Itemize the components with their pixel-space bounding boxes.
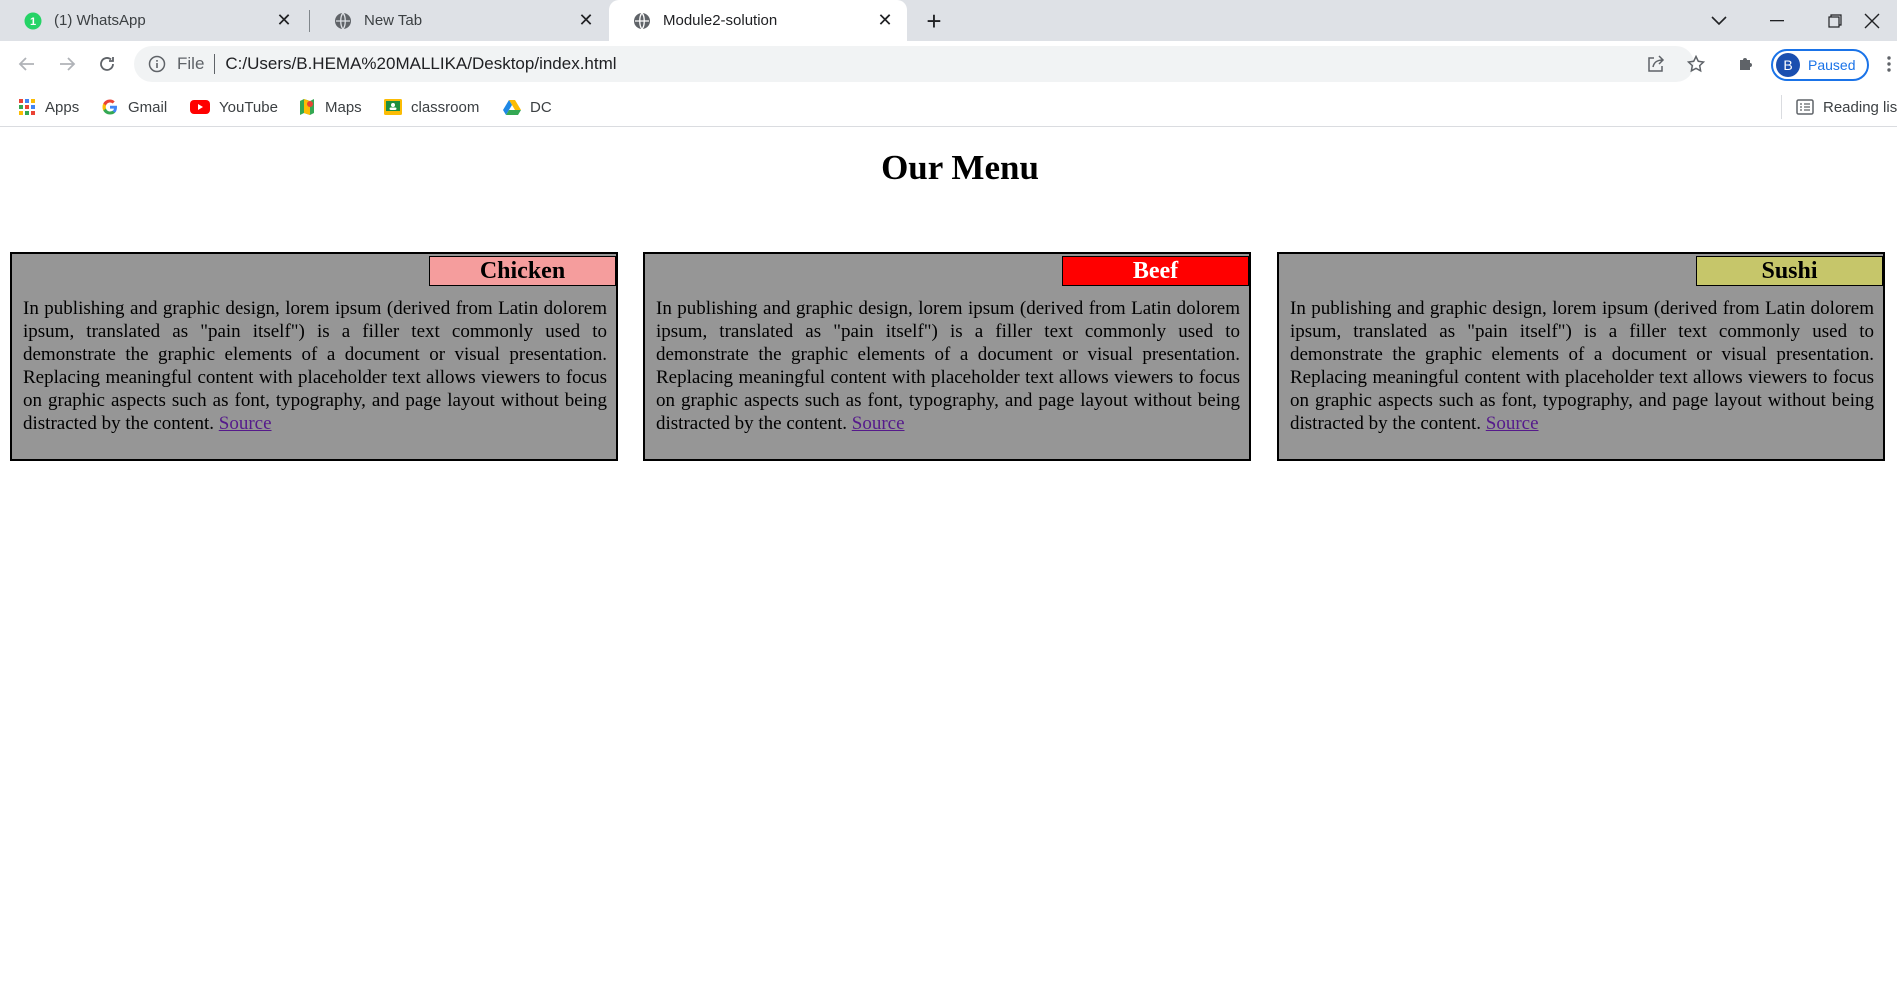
bookmark-youtube[interactable]: YouTube [189, 95, 278, 119]
whatsapp-icon: 1 [24, 12, 42, 30]
arrow-left-icon [18, 57, 34, 71]
tab-title: Module2-solution [663, 12, 778, 29]
close-icon[interactable]: ✕ [274, 10, 294, 31]
forward-button[interactable] [51, 48, 83, 80]
card-description: In publishing and graphic design, lorem … [656, 297, 1240, 435]
bookmark-label: Maps [325, 98, 362, 116]
bookmark-star-button[interactable] [1680, 48, 1712, 80]
reading-list-button[interactable]: Reading lis [1796, 95, 1897, 119]
url-text[interactable]: C:/Users/B.HEMA%20MALLIKA/Desktop/index.… [225, 54, 616, 74]
menu-card-chicken: Chicken In publishing and graphic design… [10, 252, 618, 461]
tab-search-button[interactable] [1690, 0, 1748, 41]
reload-icon [100, 57, 114, 71]
info-icon[interactable] [148, 55, 166, 73]
tab-whatsapp[interactable]: 1 (1) WhatsApp ✕ [0, 0, 306, 41]
close-icon[interactable]: ✕ [576, 10, 596, 31]
share-button[interactable] [1640, 48, 1672, 80]
close-icon[interactable]: ✕ [875, 10, 895, 31]
card-label: Beef [1062, 256, 1249, 286]
youtube-icon [189, 98, 210, 116]
bookmark-label: YouTube [219, 98, 278, 116]
avatar: B [1776, 53, 1800, 77]
card-text: In publishing and graphic design, lorem … [23, 298, 607, 434]
scheme-label: File [177, 54, 205, 73]
classroom-icon [384, 98, 402, 116]
restore-icon [1828, 13, 1842, 28]
profile-status: Paused [1808, 57, 1856, 73]
menu-button[interactable] [1880, 48, 1897, 80]
google-icon [101, 98, 119, 116]
more-vert-icon [1886, 56, 1891, 72]
bookmark-label: Apps [45, 98, 80, 116]
menu-card-sushi: Sushi In publishing and graphic design, … [1277, 252, 1885, 461]
close-icon [1864, 13, 1880, 28]
bookmark-dc[interactable]: DC [503, 95, 552, 119]
card-label: Sushi [1696, 256, 1883, 286]
tab-strip: 1 (1) WhatsApp ✕ New Tab ✕ Module2-solut… [0, 0, 1897, 41]
reload-button[interactable] [91, 48, 123, 80]
puzzle-icon [1740, 58, 1752, 70]
new-tab-button[interactable]: + [916, 6, 952, 36]
minimize-button[interactable] [1748, 0, 1806, 41]
minimize-icon [1770, 19, 1784, 21]
bookmark-label: classroom [411, 98, 480, 116]
profile-button[interactable]: B Paused [1771, 49, 1869, 81]
drive-icon [503, 98, 521, 116]
card-description: In publishing and graphic design, lorem … [23, 297, 607, 435]
bookmark-label: Gmail [128, 98, 168, 116]
chevron-down-icon [1711, 15, 1727, 25]
tab-badge: 1 [30, 16, 36, 28]
tab-title: New Tab [364, 12, 423, 29]
maps-icon [298, 98, 316, 116]
page-title: Our Menu [881, 148, 1039, 187]
apps-grid-icon [18, 98, 36, 116]
restore-button[interactable] [1806, 0, 1864, 41]
card-text: In publishing and graphic design, lorem … [1290, 298, 1874, 434]
card-label: Chicken [429, 256, 616, 286]
card-text: In publishing and graphic design, lorem … [656, 298, 1240, 434]
bookmark-divider [1781, 95, 1782, 119]
source-link[interactable]: Source [852, 413, 905, 434]
bookmark-classroom[interactable]: classroom [384, 95, 479, 119]
source-link[interactable]: Source [219, 413, 272, 434]
globe-icon [334, 12, 352, 30]
bookmark-apps[interactable]: Apps [18, 95, 79, 119]
star-icon [1687, 55, 1705, 73]
back-button[interactable] [11, 48, 43, 80]
share-icon [1648, 55, 1665, 72]
extensions-button[interactable] [1730, 48, 1762, 80]
browser-toolbar: File C:/Users/B.HEMA%20MALLIKA/Desktop/i… [0, 41, 1897, 87]
source-link[interactable]: Source [1486, 413, 1539, 434]
tab-title: (1) WhatsApp [54, 12, 146, 29]
bookmark-label: DC [530, 98, 552, 116]
address-divider [214, 54, 216, 74]
reading-list-icon [1796, 98, 1814, 116]
card-description: In publishing and graphic design, lorem … [1290, 297, 1874, 435]
bookmark-maps[interactable]: Maps [298, 95, 362, 119]
tab-module2-solution[interactable]: Module2-solution ✕ [609, 0, 907, 41]
tab-new-tab[interactable]: New Tab ✕ [310, 0, 608, 41]
menu-card-beef: Beef In publishing and graphic design, l… [643, 252, 1251, 461]
bookmark-gmail[interactable]: Gmail [101, 95, 167, 119]
reading-list-label: Reading lis [1823, 98, 1897, 116]
bookmarks-bar: Apps Gmail YouTube Maps classroom DC Rea… [0, 87, 1897, 127]
arrow-right-icon [60, 57, 76, 71]
globe-icon [633, 12, 651, 30]
address-bar[interactable]: File C:/Users/B.HEMA%20MALLIKA/Desktop/i… [134, 46, 1694, 82]
close-window-button[interactable] [1864, 0, 1897, 41]
